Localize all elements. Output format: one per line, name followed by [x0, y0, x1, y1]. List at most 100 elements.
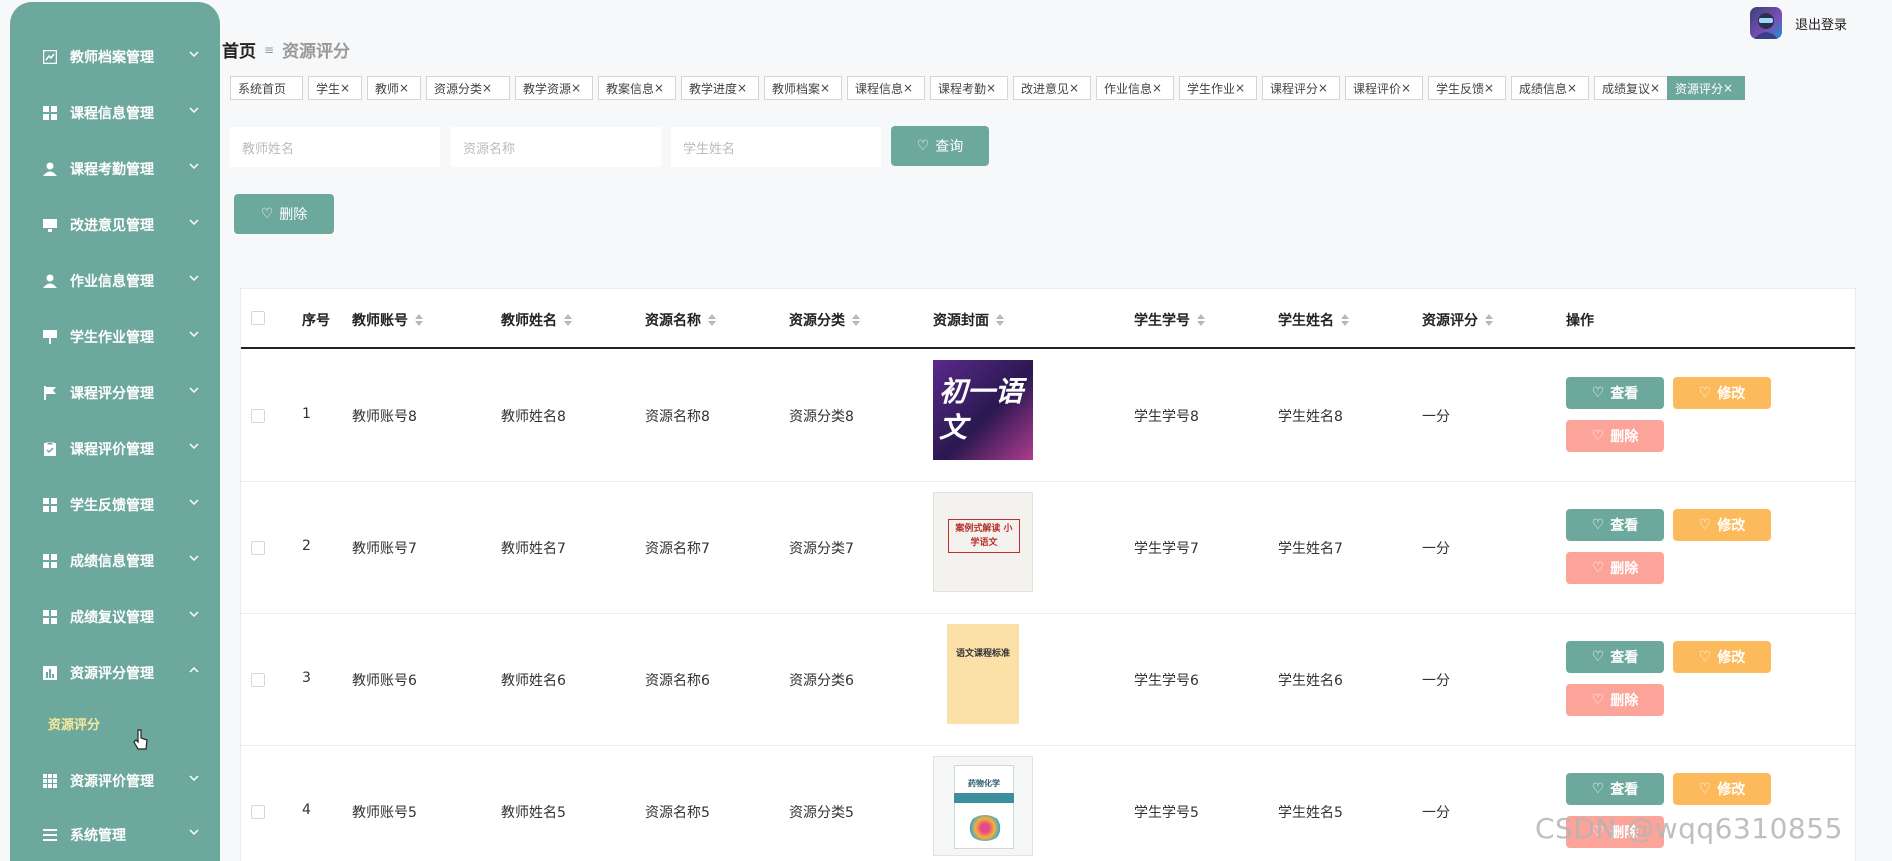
sidebar-item-improvement[interactable]: 改进意见管理	[10, 204, 220, 244]
student-name-input[interactable]: 学生姓名	[671, 127, 881, 167]
tab-student-homework[interactable]: 学生作业 ×	[1179, 76, 1257, 100]
tab-course-review[interactable]: 课程评价 ×	[1345, 76, 1423, 100]
resource-name-input[interactable]: 资源名称	[451, 127, 661, 167]
view-button[interactable]: ♡ 查看	[1566, 641, 1664, 673]
sidebar-item-student-homework[interactable]: 学生作业管理	[10, 316, 220, 356]
tab-improvement[interactable]: 改进意见 ×	[1013, 76, 1091, 100]
tab-label: 作业信息	[1104, 81, 1153, 96]
close-icon[interactable]: ×	[1318, 81, 1328, 95]
close-icon[interactable]: ×	[1650, 81, 1660, 95]
tab-teaching-resource[interactable]: 教学资源 ×	[515, 76, 593, 100]
view-button[interactable]: ♡ 查看	[1566, 773, 1664, 805]
sidebar-item-course-info[interactable]: 课程信息管理	[10, 92, 220, 132]
resource-cover-image[interactable]: 案例式解读 小学语文	[933, 492, 1033, 592]
resource-cover-image[interactable]: 药物化学	[933, 756, 1033, 856]
resource-cover-image[interactable]: 语文课程标准	[933, 624, 1033, 724]
row-checkbox[interactable]	[251, 409, 265, 423]
tab-system-home[interactable]: 系统首页	[230, 76, 303, 100]
tab-grade-appeal[interactable]: 成绩复议 ×	[1594, 76, 1672, 100]
close-icon[interactable]: ×	[654, 81, 664, 95]
sidebar-item-grade-info[interactable]: 成绩信息管理	[10, 540, 220, 580]
sort-icon[interactable]	[415, 314, 423, 326]
sort-icon[interactable]	[564, 314, 572, 326]
avatar[interactable]	[1750, 7, 1782, 39]
tab-teaching-progress[interactable]: 教学进度 ×	[681, 76, 759, 100]
close-icon[interactable]: ×	[1484, 81, 1494, 95]
logout-link[interactable]: 退出登录	[1795, 14, 1847, 33]
close-icon[interactable]: ×	[1567, 81, 1577, 95]
column-header-resource-cover[interactable]: 资源封面	[933, 310, 1004, 330]
table-header: 序号 教师账号 教师姓名 资源名称 资源分类 资源封面 学生学号 学生姓名 资源…	[241, 289, 1855, 349]
sidebar-item-course-rating[interactable]: 课程评分管理	[10, 372, 220, 412]
tab-label: 课程考勤	[938, 81, 987, 96]
column-header-resource-name[interactable]: 资源名称	[645, 310, 716, 330]
teacher-name-input[interactable]: 教师姓名	[230, 127, 440, 167]
sidebar-item-student-feedback[interactable]: 学生反馈管理	[10, 484, 220, 524]
batch-delete-button[interactable]: ♡ 删除	[234, 194, 334, 234]
sidebar-item-course-attendance[interactable]: 课程考勤管理	[10, 148, 220, 188]
cell-rating: 一分	[1422, 805, 1450, 821]
tab-teacher-archive[interactable]: 教师档案 ×	[764, 76, 842, 100]
close-icon[interactable]: ×	[1723, 81, 1733, 95]
sort-icon[interactable]	[852, 314, 860, 326]
sidebar-item-system[interactable]: 系统管理	[10, 814, 220, 854]
tab-student[interactable]: 学生 ×	[308, 76, 362, 100]
column-header-resource-category[interactable]: 资源分类	[789, 310, 860, 330]
close-icon[interactable]: ×	[986, 81, 996, 95]
sidebar-item-course-review[interactable]: 课程评价管理	[10, 428, 220, 468]
sidebar-item-resource-review[interactable]: 资源评价管理	[10, 760, 220, 800]
close-icon[interactable]: ×	[399, 81, 409, 95]
view-button[interactable]: ♡ 查看	[1566, 509, 1664, 541]
resource-cover-image[interactable]: 初一语文	[933, 360, 1033, 460]
tab-homework-info[interactable]: 作业信息 ×	[1096, 76, 1174, 100]
sort-icon[interactable]	[1485, 314, 1493, 326]
edit-button[interactable]: ♡ 修改	[1673, 377, 1771, 409]
sidebar-subitem-resource-rating[interactable]: 资源评分	[48, 714, 100, 733]
tab-lesson-plan[interactable]: 教案信息 ×	[598, 76, 676, 100]
tab-resource-category[interactable]: 资源分类 ×	[426, 76, 510, 100]
tab-grade-info[interactable]: 成绩信息 ×	[1511, 76, 1589, 100]
query-button[interactable]: ♡ 查询	[891, 126, 989, 166]
column-header-student-name[interactable]: 学生姓名	[1278, 310, 1349, 330]
row-checkbox[interactable]	[251, 541, 265, 555]
sort-icon[interactable]	[996, 314, 1004, 326]
delete-button[interactable]: ♡ 删除	[1566, 420, 1664, 452]
column-header-rating[interactable]: 资源评分	[1422, 310, 1493, 330]
close-icon[interactable]: ×	[1069, 81, 1079, 95]
close-icon[interactable]: ×	[571, 81, 581, 95]
sidebar-item-homework-info[interactable]: 作业信息管理	[10, 260, 220, 300]
column-header-student-id[interactable]: 学生学号	[1134, 310, 1205, 330]
row-checkbox[interactable]	[251, 805, 265, 819]
close-icon[interactable]: ×	[340, 81, 350, 95]
delete-button[interactable]: ♡ 删除	[1566, 552, 1664, 584]
breadcrumb-home[interactable]: 首页	[222, 37, 256, 62]
edit-button[interactable]: ♡ 修改	[1673, 509, 1771, 541]
close-icon[interactable]: ×	[737, 81, 747, 95]
sort-icon[interactable]	[1197, 314, 1205, 326]
close-icon[interactable]: ×	[1235, 81, 1245, 95]
tab-course-info[interactable]: 课程信息 ×	[847, 76, 925, 100]
close-icon[interactable]: ×	[820, 81, 830, 95]
column-header-teacher-account[interactable]: 教师账号	[352, 310, 423, 330]
edit-button[interactable]: ♡ 修改	[1673, 641, 1771, 673]
row-checkbox[interactable]	[251, 673, 265, 687]
tab-course-rating[interactable]: 课程评分 ×	[1262, 76, 1340, 100]
sidebar-item-teacher-archive[interactable]: 教师档案管理	[10, 36, 220, 76]
close-icon[interactable]: ×	[1401, 81, 1411, 95]
edit-button[interactable]: ♡ 修改	[1673, 773, 1771, 805]
close-icon[interactable]: ×	[1152, 81, 1162, 95]
sidebar-item-grade-appeal[interactable]: 成绩复议管理	[10, 596, 220, 636]
tab-course-attendance[interactable]: 课程考勤 ×	[930, 76, 1008, 100]
close-icon[interactable]: ×	[482, 81, 492, 95]
tab-resource-rating[interactable]: 资源评分 ×	[1667, 76, 1745, 100]
select-all-checkbox[interactable]	[251, 311, 265, 325]
sort-icon[interactable]	[708, 314, 716, 326]
delete-button[interactable]: ♡ 删除	[1566, 684, 1664, 716]
tab-student-feedback[interactable]: 学生反馈 ×	[1428, 76, 1506, 100]
close-icon[interactable]: ×	[903, 81, 913, 95]
column-header-teacher-name[interactable]: 教师姓名	[501, 310, 572, 330]
sort-icon[interactable]	[1341, 314, 1349, 326]
view-button[interactable]: ♡ 查看	[1566, 377, 1664, 409]
sidebar-item-resource-rating[interactable]: 资源评分管理	[10, 652, 220, 692]
tab-teacher[interactable]: 教师 ×	[367, 76, 421, 100]
